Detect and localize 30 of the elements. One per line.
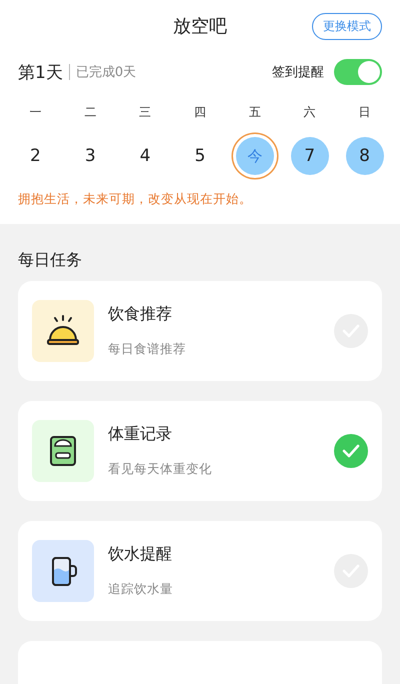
task-title: 体重记录 [108, 424, 173, 445]
calendar-day[interactable]: 8 [346, 137, 384, 175]
task-subtitle: 追踪饮水量 [108, 581, 174, 598]
motto-text: 拥抱生活，未来可期，改变从现在开始。 [17, 190, 253, 208]
weekday-label: 一 [29, 104, 42, 121]
weekday-label: 二 [84, 104, 96, 121]
task-card[interactable]: 饮水提醒 追踪饮水量 [18, 521, 382, 621]
task-subtitle: 看见每天体重变化 [108, 461, 213, 478]
task-title: 饮水提醒 [108, 544, 173, 565]
reminder-toggle[interactable] [334, 59, 382, 85]
task-card[interactable]: 饮食推荐 每日食谱推荐 [18, 281, 382, 381]
completed-count: 已完成0天 [76, 64, 136, 81]
weekday-label: 六 [304, 104, 316, 121]
task-subtitle: 每日食谱推荐 [108, 341, 187, 358]
weekday-label: 四 [194, 104, 206, 121]
weekday-label: 日 [358, 104, 371, 121]
section-title: 每日任务 [17, 249, 83, 271]
page-title: 放空吧 [173, 15, 227, 38]
calendar-day[interactable]: 7 [290, 137, 329, 175]
reminder-label: 签到提醒 [272, 64, 324, 81]
calendar-day[interactable]: 4 [126, 137, 164, 175]
task-card[interactable]: 体重记录 看见每天体重变化 [18, 401, 382, 501]
calendar-day[interactable]: 3 [71, 137, 110, 175]
weekday-label: 三 [139, 104, 152, 121]
check-icon[interactable] [334, 434, 368, 468]
weekday-label: 五 [248, 104, 261, 121]
calendar-day[interactable]: 2 [16, 137, 54, 175]
day-count: 第1天 [18, 62, 63, 84]
calendar-day[interactable]: 5 [180, 137, 219, 175]
task-title: 饮食推荐 [108, 304, 173, 325]
